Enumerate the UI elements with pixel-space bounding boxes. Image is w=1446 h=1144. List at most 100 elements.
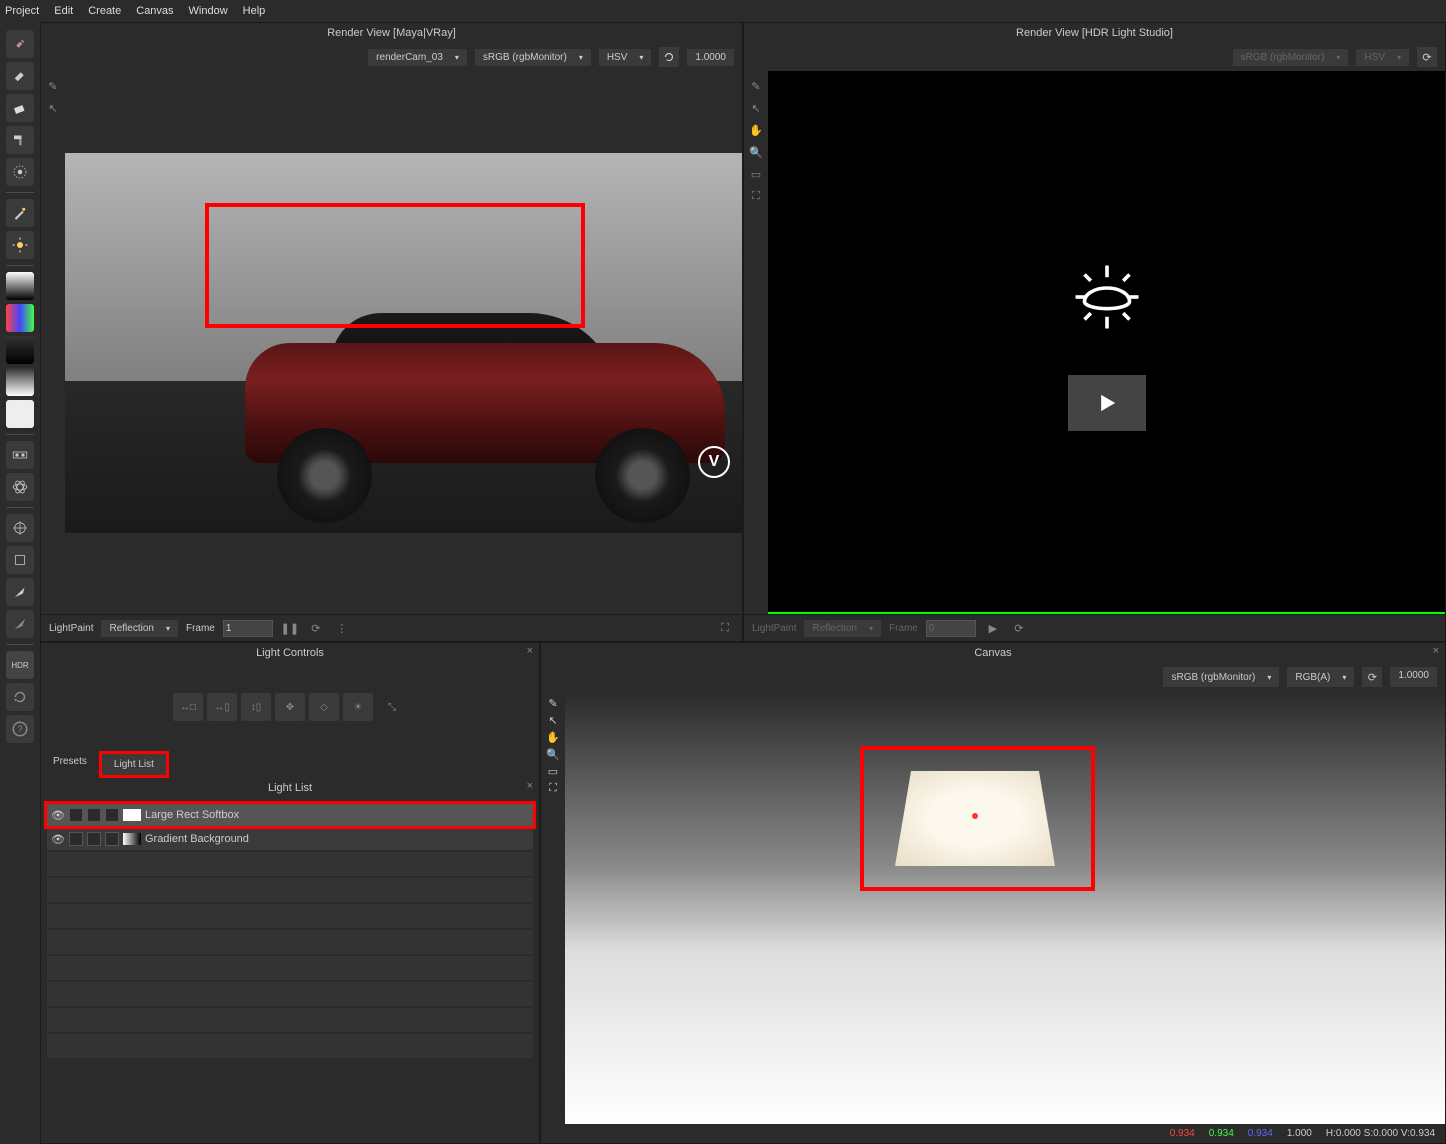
colorspace-dropdown[interactable]: sRGB (rgbMonitor) — [475, 49, 591, 66]
eraser-tool-icon[interactable] — [6, 94, 34, 122]
rotate-tool-icon[interactable]: ◇ — [309, 693, 339, 721]
brightness-tool-icon[interactable]: ☀ — [343, 693, 373, 721]
hand-icon[interactable]: ✋ — [546, 731, 560, 744]
menu-create[interactable]: Create — [88, 5, 121, 17]
solo-checkbox[interactable] — [69, 832, 83, 846]
refresh-icon[interactable]: ⟳ — [1417, 47, 1437, 67]
help-icon[interactable]: ? — [6, 715, 34, 743]
lightlist-item-softbox[interactable]: 👁 Large Rect Softbox — [47, 804, 533, 826]
refresh-icon[interactable]: ⟳ — [307, 619, 325, 637]
render-view-hdr: Render View [HDR Light Studio] sRGB (rgb… — [743, 22, 1446, 642]
close-icon[interactable]: × — [1433, 645, 1439, 657]
play-button[interactable] — [1068, 375, 1146, 431]
pause-icon[interactable]: ❚❚ — [281, 619, 299, 637]
light-name: Large Rect Softbox — [145, 809, 239, 821]
square-icon[interactable] — [6, 546, 34, 574]
light-tool-icon[interactable] — [6, 231, 34, 259]
brush-icon[interactable]: ✎ — [747, 77, 765, 95]
list-item — [47, 1034, 533, 1058]
brush-icon[interactable]: ✎ — [548, 697, 557, 710]
colorspace-dropdown-hdr[interactable]: sRGB (rgbMonitor) — [1233, 49, 1349, 66]
preset1-icon[interactable] — [6, 304, 34, 332]
frame-input[interactable] — [223, 620, 273, 637]
refresh-hdr-icon[interactable] — [6, 683, 34, 711]
menu-project[interactable]: Project — [5, 5, 39, 17]
gradient-tool-icon[interactable] — [6, 272, 34, 300]
scraper-tool-icon[interactable] — [6, 62, 34, 90]
target-tool-icon[interactable] — [6, 158, 34, 186]
step-icon[interactable]: ⋮ — [333, 619, 351, 637]
flag-checkbox[interactable] — [105, 808, 119, 822]
hand-icon[interactable]: ✋ — [747, 121, 765, 139]
annotation-red-box-car — [205, 203, 585, 328]
zoom-icon[interactable]: 🔍 — [747, 143, 765, 161]
canvas-footer: 0.934 0.934 0.934 1.000 H:0.000 S:0.000 … — [541, 1124, 1445, 1143]
exposure-value[interactable]: 1.0000 — [687, 49, 734, 66]
cursor-icon[interactable]: ↖ — [44, 99, 62, 117]
flag-checkbox[interactable] — [105, 832, 119, 846]
expand-icon[interactable]: ⛶ — [747, 187, 765, 205]
preset4-icon[interactable] — [6, 400, 34, 428]
canvas-exposure[interactable]: 1.0000 — [1390, 667, 1437, 687]
lock-checkbox[interactable] — [87, 832, 101, 846]
scale-tool-icon[interactable]: ⤡ — [377, 693, 407, 721]
close-icon[interactable]: × — [527, 645, 533, 657]
brush-icon[interactable]: ✎ — [44, 77, 62, 95]
canvas-mode-dropdown[interactable]: RGB(A) — [1287, 667, 1354, 687]
render-viewport-right[interactable] — [768, 71, 1445, 614]
red-value: 0.934 — [1170, 1128, 1195, 1139]
atom-icon[interactable] — [6, 473, 34, 501]
wand-tool-icon[interactable] — [6, 199, 34, 227]
expand-icon[interactable]: ⛶ — [549, 782, 557, 795]
menu-edit[interactable]: Edit — [54, 5, 73, 17]
preset3-icon[interactable] — [6, 368, 34, 396]
move-tool-icon[interactable]: ↔□ — [173, 693, 203, 721]
filmstrip-icon[interactable] — [6, 441, 34, 469]
hdr-icon[interactable]: HDR — [6, 651, 34, 679]
camera-dropdown[interactable]: renderCam_03 — [368, 49, 467, 66]
canvas-colorspace-dropdown[interactable]: sRGB (rgbMonitor) — [1163, 667, 1279, 687]
vray-logo-icon: V — [698, 446, 730, 478]
alpha-value: 1.000 — [1287, 1128, 1312, 1139]
tab-lightlist[interactable]: Light List — [99, 751, 169, 778]
arrow-icon[interactable] — [6, 610, 34, 638]
tab-presets[interactable]: Presets — [41, 751, 99, 778]
render-side-tools: ✎ ↖ — [41, 71, 65, 614]
expand-icon[interactable]: ⛶ — [716, 619, 734, 637]
zoom-icon[interactable]: 🔍 — [546, 748, 560, 761]
canvas-panel: Canvas × sRGB (rgbMonitor) RGB(A) ⟳ 1.00… — [540, 642, 1446, 1144]
move-free-tool-icon[interactable]: ✥ — [275, 693, 305, 721]
feather-icon[interactable] — [6, 578, 34, 606]
solo-checkbox[interactable] — [69, 808, 83, 822]
mode-dropdown-hdr[interactable]: HSV — [1356, 49, 1409, 66]
play-icon[interactable]: ▶ — [984, 619, 1002, 637]
scale-y-tool-icon[interactable]: ↕▯ — [241, 693, 271, 721]
visibility-icon[interactable]: 👁 — [51, 809, 65, 822]
render-viewport-left[interactable]: V — [65, 71, 742, 614]
cursor-icon[interactable]: ↖ — [548, 714, 557, 727]
canvas-viewport[interactable] — [565, 691, 1445, 1124]
brush-tool-icon[interactable] — [6, 30, 34, 58]
crosshair-icon[interactable] — [6, 514, 34, 542]
scale-x-tool-icon[interactable]: ↔▯ — [207, 693, 237, 721]
refresh-icon[interactable] — [659, 47, 679, 67]
refresh-icon[interactable]: ⟳ — [1010, 619, 1028, 637]
close-icon[interactable]: × — [527, 780, 533, 792]
frame-icon[interactable]: ▭ — [548, 765, 558, 778]
light-swatch — [123, 809, 141, 821]
menu-canvas[interactable]: Canvas — [136, 5, 173, 17]
lightlist-item-gradient[interactable]: 👁 Gradient Background — [47, 828, 533, 850]
frame-icon[interactable]: ▭ — [747, 165, 765, 183]
frame-label: Frame — [889, 623, 918, 634]
visibility-icon[interactable]: 👁 — [51, 833, 65, 846]
lock-checkbox[interactable] — [87, 808, 101, 822]
preset2-icon[interactable] — [6, 336, 34, 364]
menu-help[interactable]: Help — [243, 5, 266, 17]
mode-dropdown[interactable]: HSV — [599, 49, 652, 66]
cursor-icon[interactable]: ↖ — [747, 99, 765, 117]
menu-window[interactable]: Window — [189, 5, 228, 17]
refresh-icon[interactable]: ⟳ — [1362, 667, 1382, 687]
lightpaint-label: LightPaint — [49, 623, 93, 634]
hammer-tool-icon[interactable] — [6, 126, 34, 154]
reflection-dropdown[interactable]: Reflection — [101, 620, 177, 637]
